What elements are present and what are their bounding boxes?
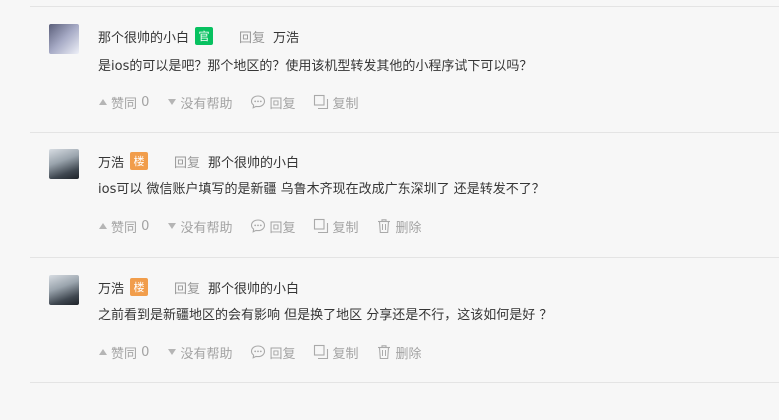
unhelpful-label: 没有帮助 bbox=[180, 220, 233, 236]
copy-icon bbox=[314, 344, 329, 360]
unhelpful-button[interactable]: 没有帮助 bbox=[167, 217, 232, 236]
comment-text: 是ios的可以是吧？那个地区的？使用该机型转发其他的小程序试下可以吗？ bbox=[98, 59, 533, 74]
comment-list: 那个很帅的小白 官 回复 万浩 是ios的可以是吧？那个地区的？使用该机型转发其… bbox=[30, 0, 779, 420]
comment-text: 之前看到是新疆地区的会有影响 但是换了地区 分享还是不行，这该如何是好 ？ bbox=[98, 308, 553, 323]
like-label: 赞同 bbox=[111, 96, 138, 112]
official-badge: 官 bbox=[195, 27, 214, 45]
like-label: 赞同 bbox=[111, 346, 138, 362]
copy-label: 复制 bbox=[332, 96, 359, 112]
reply-target-name[interactable]: 那个很帅的小白 bbox=[208, 278, 299, 297]
reply-word: 回复 bbox=[174, 281, 201, 297]
comment-bubble-icon bbox=[251, 95, 266, 109]
reply-label: 回复 bbox=[269, 220, 296, 236]
like-count: 0 bbox=[141, 218, 150, 234]
triangle-down-icon bbox=[168, 223, 177, 229]
reply-word: 回复 bbox=[174, 155, 201, 171]
comment-actions: 赞同 0 没有帮助 回复 复制 删除 bbox=[98, 343, 440, 362]
unhelpful-button[interactable]: 没有帮助 bbox=[167, 343, 232, 362]
comment-header: 万浩 楼 回复 那个很帅的小白 bbox=[98, 151, 299, 171]
avatar[interactable] bbox=[49, 275, 79, 305]
comment-header: 那个很帅的小白 官 回复 万浩 bbox=[98, 26, 299, 46]
triangle-up-icon bbox=[99, 99, 107, 105]
author-name[interactable]: 那个很帅的小白 bbox=[98, 27, 189, 46]
author-name[interactable]: 万浩 bbox=[98, 278, 124, 297]
unhelpful-label: 没有帮助 bbox=[180, 96, 233, 112]
comment-item: 那个很帅的小白 官 回复 万浩 是ios的可以是吧？那个地区的？使用该机型转发其… bbox=[30, 6, 779, 133]
like-button[interactable]: 赞同 0 bbox=[98, 217, 149, 236]
comment-actions: 赞同 0 没有帮助 回复 复制 删除 bbox=[98, 217, 440, 236]
triangle-up-icon bbox=[99, 349, 107, 355]
reply-word: 回复 bbox=[239, 30, 266, 46]
copy-button[interactable]: 复制 bbox=[313, 217, 358, 236]
floor-owner-badge: 楼 bbox=[130, 278, 149, 296]
reply-button[interactable]: 回复 bbox=[250, 217, 295, 236]
delete-label: 删除 bbox=[395, 346, 422, 362]
reply-label: 回复 bbox=[269, 96, 296, 112]
copy-icon bbox=[314, 94, 329, 110]
delete-label: 删除 bbox=[395, 220, 422, 236]
comment-header: 万浩 楼 回复 那个很帅的小白 bbox=[98, 277, 299, 297]
avatar[interactable] bbox=[49, 149, 79, 179]
comment-text: ios可以 微信账户填写的是新疆 乌鲁木齐现在改成广东深圳了 还是转发不了？ bbox=[98, 182, 545, 197]
comment-bubble-icon bbox=[251, 345, 266, 359]
copy-button[interactable]: 复制 bbox=[313, 93, 358, 112]
copy-label: 复制 bbox=[332, 220, 359, 236]
copy-label: 复制 bbox=[332, 346, 359, 362]
copy-icon bbox=[314, 218, 329, 234]
comment-actions: 赞同 0 没有帮助 回复 复制 bbox=[98, 93, 376, 112]
triangle-down-icon bbox=[168, 99, 177, 105]
triangle-up-icon bbox=[99, 223, 107, 229]
author-name[interactable]: 万浩 bbox=[98, 152, 124, 171]
comment-item: 万浩 楼 回复 那个很帅的小白 ios可以 微信账户填写的是新疆 乌鲁木齐现在改… bbox=[30, 131, 779, 258]
comment-bubble-icon bbox=[251, 219, 266, 233]
copy-button[interactable]: 复制 bbox=[313, 343, 358, 362]
avatar[interactable] bbox=[49, 24, 79, 54]
reply-button[interactable]: 回复 bbox=[250, 93, 295, 112]
like-count: 0 bbox=[141, 344, 150, 360]
triangle-down-icon bbox=[168, 349, 177, 355]
floor-owner-badge: 楼 bbox=[130, 152, 149, 170]
unhelpful-label: 没有帮助 bbox=[180, 346, 233, 362]
like-button[interactable]: 赞同 0 bbox=[98, 93, 149, 112]
trash-icon bbox=[378, 345, 391, 360]
reply-target-name[interactable]: 那个很帅的小白 bbox=[208, 152, 299, 171]
delete-button[interactable]: 删除 bbox=[376, 217, 422, 236]
like-label: 赞同 bbox=[111, 220, 138, 236]
like-button[interactable]: 赞同 0 bbox=[98, 343, 149, 362]
reply-label: 回复 bbox=[269, 346, 296, 362]
like-count: 0 bbox=[141, 94, 150, 110]
reply-target-name[interactable]: 万浩 bbox=[273, 27, 299, 46]
comment-item: 万浩 楼 回复 那个很帅的小白 之前看到是新疆地区的会有影响 但是换了地区 分享… bbox=[30, 257, 779, 383]
unhelpful-button[interactable]: 没有帮助 bbox=[167, 93, 232, 112]
reply-button[interactable]: 回复 bbox=[250, 343, 295, 362]
trash-icon bbox=[378, 219, 391, 234]
delete-button[interactable]: 删除 bbox=[376, 343, 422, 362]
